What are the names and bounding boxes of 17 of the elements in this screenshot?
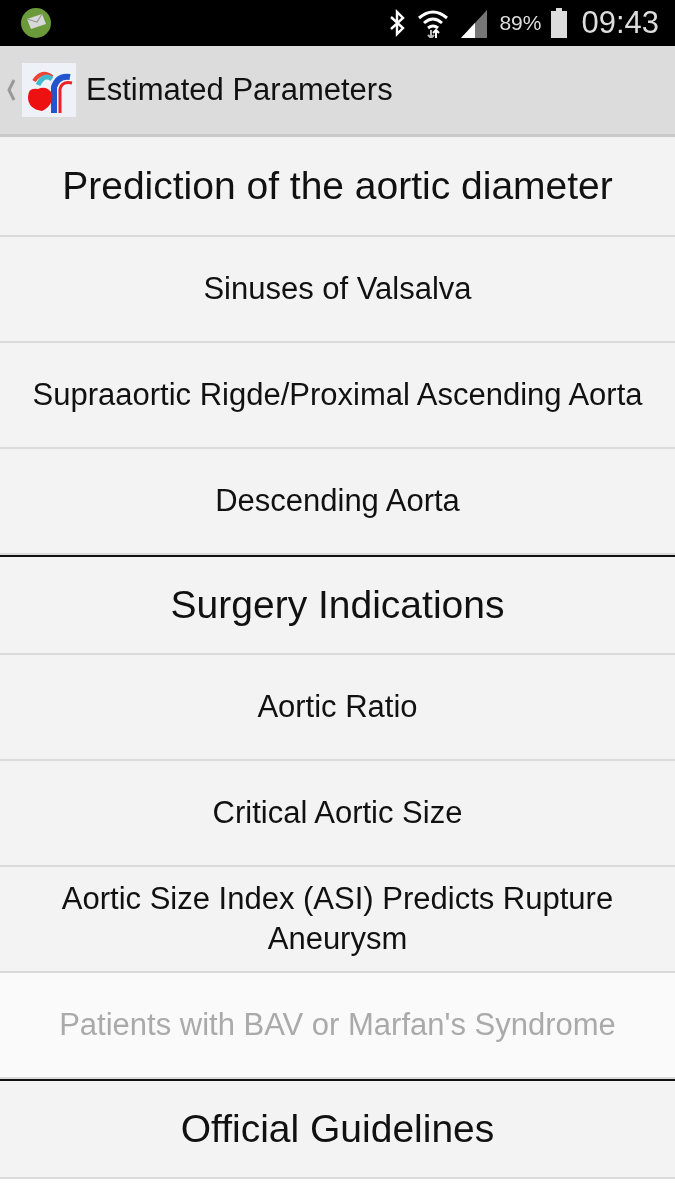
list-item[interactable]: Descending Aorta [0,449,675,555]
list-item[interactable]: Supraaortic Rigde/Proximal Ascending Aorta [0,343,675,449]
chevron-left-icon [6,78,16,102]
battery-icon [551,8,568,38]
section-header[interactable]: Surgery Indications [0,555,675,655]
list-item[interactable]: Critical Aortic Size [0,761,675,867]
wifi-icon [417,8,450,38]
list-item[interactable]: Sinuses of Valsalva [0,237,675,343]
section-header[interactable]: Prediction of the aortic diameter [0,137,675,237]
battery-percentage: 89% [499,11,542,35]
screen-title: Estimated Parameters [86,72,393,108]
section-header[interactable]: Official Guidelines [0,1079,675,1179]
clock: 09:43 [581,5,659,41]
envelope-icon [20,7,52,39]
list-item[interactable]: Aortic Size Index (ASI) Predicts Rupture Aneurysm [0,867,675,973]
list-item[interactable]: Aortic Ratio [0,655,675,761]
signal-icon [459,8,490,38]
